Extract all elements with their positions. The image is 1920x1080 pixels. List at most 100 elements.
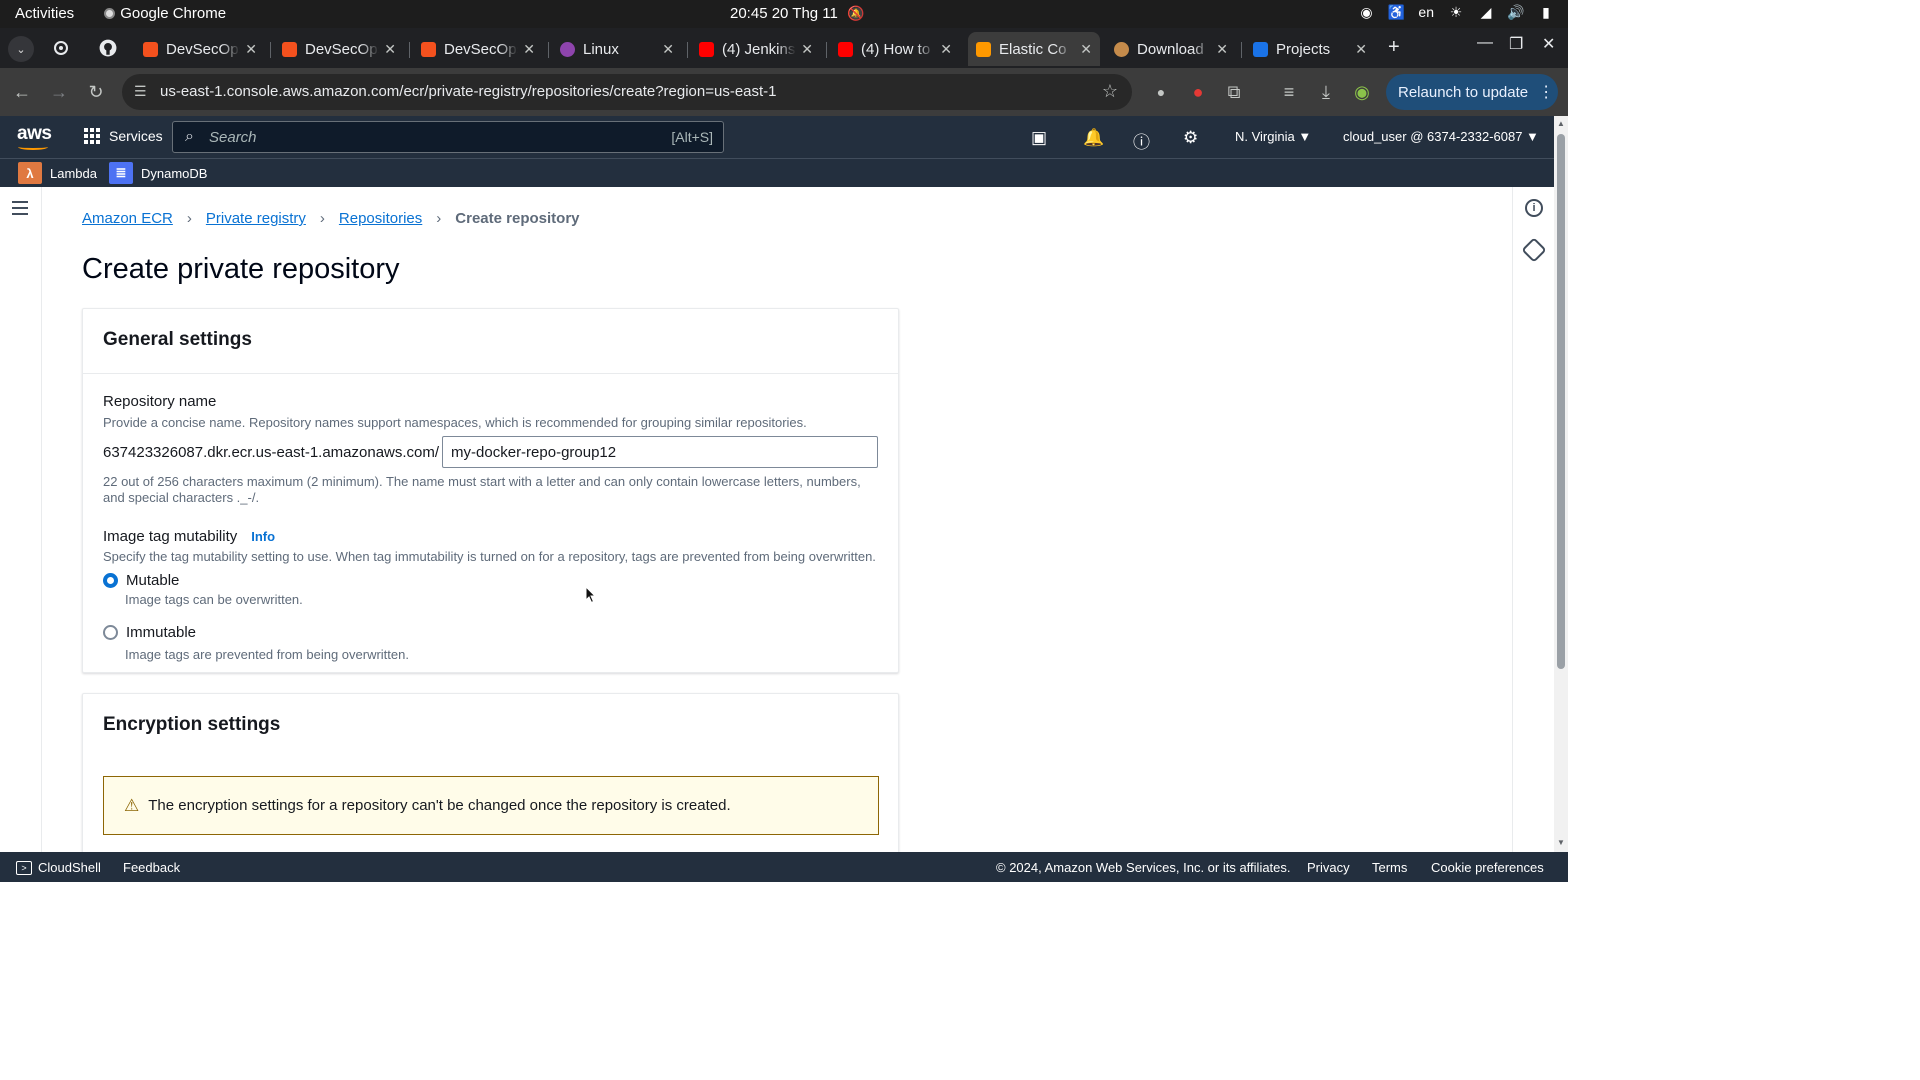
info-link[interactable]: Info bbox=[251, 529, 275, 544]
aws-logo-text: aws bbox=[17, 123, 52, 144]
search-shortcut-hint: [Alt+S] bbox=[671, 129, 713, 145]
scrollbar-thumb[interactable] bbox=[1557, 134, 1565, 669]
mutable-radio[interactable] bbox=[103, 573, 118, 588]
privacy-link[interactable]: Privacy bbox=[1307, 860, 1350, 875]
tab-devsecops-2[interactable]: DevSecOps ✕ bbox=[274, 32, 404, 66]
favorite-lambda[interactable]: λ Lambda bbox=[18, 162, 97, 184]
puzzle-icon[interactable]: ⧉ bbox=[1222, 80, 1246, 104]
tab-linux[interactable]: Linux ✕ bbox=[552, 32, 682, 66]
immutable-label: Immutable bbox=[126, 624, 197, 641]
activities-button[interactable]: Activities bbox=[15, 5, 74, 22]
encryption-warning-text: The encryption settings for a repository… bbox=[148, 797, 731, 814]
cloudshell-label: CloudShell bbox=[38, 860, 101, 875]
tab-projects[interactable]: Projects ✕ bbox=[1245, 32, 1375, 66]
address-bar[interactable]: ☰ us-east-1.console.aws.amazon.com/ecr/p… bbox=[122, 74, 1132, 110]
menu-hamburger-icon[interactable] bbox=[12, 201, 28, 219]
favorite-dynamodb[interactable]: ≣ DynamoDB bbox=[109, 162, 207, 184]
info-panel-icon[interactable]: i bbox=[1525, 199, 1543, 217]
projects-icon bbox=[1253, 41, 1268, 57]
new-tab-button[interactable]: + bbox=[1388, 36, 1400, 59]
cloudshell-terminal-icon: > bbox=[16, 860, 32, 875]
breadcrumb-private-registry[interactable]: Private registry bbox=[206, 210, 306, 227]
back-arrow-icon[interactable]: ← bbox=[10, 80, 34, 104]
tab-elastic-container-registry[interactable]: Elastic Co ✕ bbox=[968, 32, 1100, 66]
chrome-tray-icon[interactable]: ◉ bbox=[1358, 4, 1374, 20]
relaunch-to-update-button[interactable]: Relaunch to update ⋮ bbox=[1386, 74, 1558, 110]
media-controls-icon[interactable]: ≡ bbox=[1277, 80, 1301, 104]
close-icon[interactable]: ✕ bbox=[940, 41, 952, 58]
wifi-icon: ◢ bbox=[1480, 3, 1492, 20]
region-selector[interactable]: N. Virginia ▼ bbox=[1235, 129, 1311, 144]
tab-devsecops-3[interactable]: DevSecOps ✕ bbox=[413, 32, 543, 66]
close-icon[interactable]: ✕ bbox=[1216, 41, 1228, 58]
close-window-button[interactable]: ✕ bbox=[1542, 34, 1555, 54]
tab-download[interactable]: Download ✕ bbox=[1106, 32, 1236, 66]
extension-icon[interactable]: ● bbox=[1149, 80, 1173, 104]
immutable-radio[interactable] bbox=[103, 625, 118, 640]
help-icon[interactable]: ⓘ bbox=[1133, 128, 1150, 153]
accessibility-icon[interactable]: ♿ bbox=[1388, 4, 1405, 20]
cookie-preferences-link[interactable]: Cookie preferences bbox=[1431, 860, 1544, 875]
breadcrumb-repositories[interactable]: Repositories bbox=[339, 210, 422, 227]
repository-name-constraint-hint: 22 out of 256 characters maximum (2 mini… bbox=[103, 474, 861, 505]
reload-icon[interactable]: ↻ bbox=[84, 80, 108, 104]
tab-divider bbox=[687, 42, 688, 58]
close-icon[interactable]: ✕ bbox=[1355, 41, 1367, 58]
site-info-icon[interactable]: ☰ bbox=[134, 83, 147, 100]
tab-title: DevSecOps bbox=[444, 40, 518, 58]
record-icon[interactable]: ● bbox=[1186, 80, 1210, 104]
aws-logo[interactable]: aws bbox=[17, 123, 52, 150]
tab-search-button[interactable]: ⌄ bbox=[8, 36, 34, 62]
tab-devsecops-1[interactable]: DevSecOps ✕ bbox=[135, 32, 265, 66]
close-icon[interactable]: ✕ bbox=[245, 41, 257, 58]
services-menu-button[interactable]: Services bbox=[84, 128, 163, 144]
right-tools-rail: i bbox=[1512, 187, 1554, 852]
close-icon[interactable]: ✕ bbox=[523, 41, 535, 58]
scroll-down-arrow-icon[interactable]: ▼ bbox=[1557, 838, 1565, 847]
immutable-option[interactable]: Immutable bbox=[103, 624, 878, 641]
terms-link[interactable]: Terms bbox=[1372, 860, 1407, 875]
cloudshell-icon[interactable]: ▣ bbox=[1031, 128, 1047, 148]
search-input[interactable]: ⌕ Search [Alt+S] bbox=[172, 121, 724, 153]
mutable-option[interactable]: Mutable bbox=[103, 572, 878, 589]
minimize-button[interactable]: — bbox=[1477, 34, 1493, 52]
pinned-tab-github[interactable] bbox=[98, 38, 118, 58]
maximize-button[interactable]: ❐ bbox=[1509, 34, 1523, 54]
forward-arrow-icon[interactable]: → bbox=[47, 80, 71, 104]
ecr-icon bbox=[976, 41, 991, 57]
tab-divider bbox=[270, 42, 271, 58]
close-icon[interactable]: ✕ bbox=[384, 41, 396, 58]
feedback-link[interactable]: Feedback bbox=[123, 860, 180, 875]
tools-hexagon-icon[interactable] bbox=[1521, 237, 1547, 263]
tab-title: Projects bbox=[1276, 40, 1331, 58]
pinned-tab-openai[interactable] bbox=[51, 38, 71, 58]
bookmark-star-icon[interactable]: ☆ bbox=[1102, 81, 1118, 102]
close-icon[interactable]: ✕ bbox=[662, 41, 674, 58]
breadcrumb-amazon-ecr[interactable]: Amazon ECR bbox=[82, 210, 173, 227]
tab-youtube-howto[interactable]: (4) How to ✕ bbox=[830, 32, 960, 66]
account-menu[interactable]: cloud_user @ 6374-2332-6087 ▼ bbox=[1343, 129, 1539, 144]
profile-avatar[interactable]: ◉ bbox=[1350, 80, 1374, 104]
cloudshell-button[interactable]: > CloudShell bbox=[16, 860, 101, 875]
language-indicator[interactable]: en bbox=[1418, 4, 1434, 20]
url-text[interactable]: us-east-1.console.aws.amazon.com/ecr/pri… bbox=[160, 83, 777, 100]
close-icon[interactable]: ✕ bbox=[1080, 41, 1092, 58]
page-title: Create private repository bbox=[82, 253, 400, 285]
settings-gear-icon[interactable]: ⚙ bbox=[1183, 128, 1198, 148]
download-icon[interactable]: ⤓ bbox=[1314, 80, 1338, 104]
battery-icon: ▮ bbox=[1542, 3, 1550, 20]
scroll-up-arrow-icon[interactable]: ▲ bbox=[1557, 119, 1565, 128]
clock[interactable]: 20:45 20 Thg 11 🔕 bbox=[730, 5, 865, 22]
tab-title: Download bbox=[1137, 40, 1204, 58]
notifications-bell-icon[interactable]: 🔔 bbox=[1083, 128, 1104, 148]
general-settings-heading: General settings bbox=[83, 309, 898, 374]
close-icon[interactable]: ✕ bbox=[801, 41, 813, 58]
tag-mutability-header: Image tag mutability Info bbox=[103, 528, 878, 545]
chrome-icon bbox=[104, 8, 116, 19]
tab-youtube-jenkins[interactable]: (4) Jenkins ✕ bbox=[691, 32, 821, 66]
page-scrollbar[interactable]: ▲ ▼ bbox=[1554, 116, 1568, 852]
app-menu[interactable]: Google Chrome bbox=[104, 5, 226, 22]
repository-name-input[interactable] bbox=[442, 436, 878, 468]
encryption-settings-panel: Encryption settings ⚠ The encryption set… bbox=[82, 693, 899, 852]
breadcrumb: Amazon ECR › Private registry › Reposito… bbox=[82, 210, 580, 227]
